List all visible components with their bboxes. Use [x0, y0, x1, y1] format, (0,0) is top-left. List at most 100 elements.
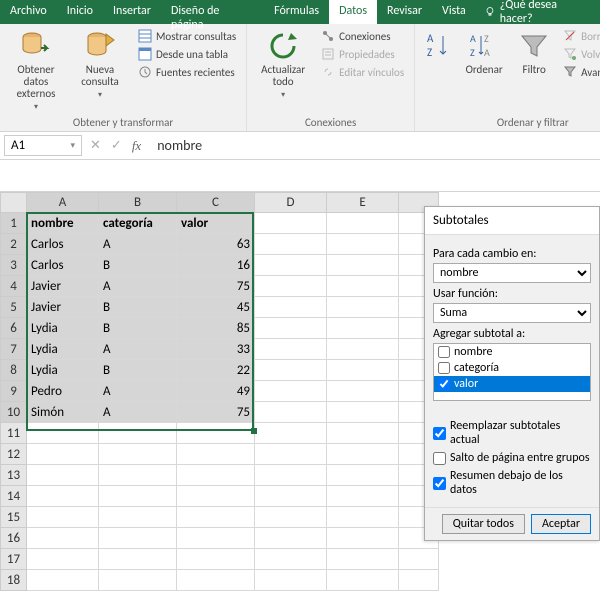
- menu-revisar[interactable]: Revisar: [377, 0, 432, 24]
- show-queries-button[interactable]: Mostrar consultas: [134, 28, 240, 44]
- row-header[interactable]: 6: [1, 318, 27, 339]
- cell[interactable]: [327, 549, 399, 570]
- row-header[interactable]: 11: [1, 423, 27, 444]
- addto-option[interactable]: valor: [434, 376, 590, 392]
- cell[interactable]: [99, 570, 177, 591]
- row-header[interactable]: 18: [1, 570, 27, 591]
- cell[interactable]: [27, 570, 99, 591]
- cell[interactable]: Lydia: [27, 360, 99, 381]
- row-header[interactable]: 8: [1, 360, 27, 381]
- cell[interactable]: [255, 297, 327, 318]
- selection-handle[interactable]: [251, 428, 257, 434]
- menu-datos[interactable]: Datos: [329, 0, 377, 24]
- cell[interactable]: [27, 486, 99, 507]
- sort-button[interactable]: AZZA Ordenar: [459, 28, 509, 78]
- properties-button[interactable]: Propiedades: [317, 46, 408, 62]
- checkbox[interactable]: [438, 362, 450, 374]
- cell[interactable]: Javier: [27, 297, 99, 318]
- cell[interactable]: [399, 570, 439, 591]
- checkbox[interactable]: [433, 477, 446, 490]
- refresh-all-button[interactable]: Actualizar todo ▾: [253, 28, 313, 102]
- cell[interactable]: [327, 402, 399, 423]
- cell[interactable]: [177, 444, 255, 465]
- col-header-d[interactable]: D: [255, 193, 327, 213]
- cell[interactable]: [255, 402, 327, 423]
- replace-subtotals-check[interactable]: Reemplazar subtotales actual: [433, 419, 591, 447]
- name-box[interactable]: A1 ▾: [4, 135, 82, 156]
- cell[interactable]: categoría: [99, 213, 177, 234]
- row-header[interactable]: 9: [1, 381, 27, 402]
- row-header[interactable]: 13: [1, 465, 27, 486]
- recent-sources-button[interactable]: Fuentes recientes: [134, 64, 240, 80]
- cell[interactable]: 85: [177, 318, 255, 339]
- row-header[interactable]: 10: [1, 402, 27, 423]
- col-header-a[interactable]: A: [27, 193, 99, 213]
- cell[interactable]: [327, 318, 399, 339]
- cell[interactable]: [255, 570, 327, 591]
- row-header[interactable]: 16: [1, 528, 27, 549]
- cell[interactable]: [327, 570, 399, 591]
- cell[interactable]: [177, 549, 255, 570]
- cell[interactable]: A: [99, 381, 177, 402]
- cell[interactable]: [99, 507, 177, 528]
- filter-button[interactable]: Filtro: [513, 28, 555, 78]
- cell[interactable]: 75: [177, 402, 255, 423]
- cell[interactable]: [327, 276, 399, 297]
- select-all-corner[interactable]: [1, 193, 27, 213]
- cell[interactable]: Simón: [27, 402, 99, 423]
- cell[interactable]: Carlos: [27, 255, 99, 276]
- cell[interactable]: [27, 423, 99, 444]
- cell[interactable]: Javier: [27, 276, 99, 297]
- checkbox[interactable]: [433, 427, 446, 440]
- cell[interactable]: [27, 507, 99, 528]
- cell[interactable]: B: [99, 318, 177, 339]
- cell[interactable]: [99, 465, 177, 486]
- cell[interactable]: [255, 381, 327, 402]
- ok-button[interactable]: Aceptar: [531, 514, 591, 534]
- cell[interactable]: A: [99, 402, 177, 423]
- tell-me[interactable]: ¿Qué desea hacer?: [476, 0, 600, 24]
- cell[interactable]: [177, 570, 255, 591]
- row-header[interactable]: 1: [1, 213, 27, 234]
- cell[interactable]: valor: [177, 213, 255, 234]
- cell[interactable]: [177, 528, 255, 549]
- cell[interactable]: [255, 213, 327, 234]
- row-header[interactable]: 7: [1, 339, 27, 360]
- menu-insertar[interactable]: Insertar: [103, 0, 161, 24]
- row-header[interactable]: 12: [1, 444, 27, 465]
- cell[interactable]: Lydia: [27, 339, 99, 360]
- fx-icon[interactable]: fx: [132, 138, 141, 154]
- menu-inicio[interactable]: Inicio: [57, 0, 103, 24]
- cell[interactable]: B: [99, 297, 177, 318]
- cell[interactable]: nombre: [27, 213, 99, 234]
- row-header[interactable]: 5: [1, 297, 27, 318]
- cell[interactable]: [27, 444, 99, 465]
- cell[interactable]: [255, 423, 327, 444]
- cell[interactable]: A: [99, 234, 177, 255]
- cell[interactable]: [327, 339, 399, 360]
- menu-formulas[interactable]: Fórmulas: [264, 0, 329, 24]
- cell[interactable]: [177, 465, 255, 486]
- cell[interactable]: Lydia: [27, 318, 99, 339]
- sort-az-button[interactable]: AZ: [421, 28, 455, 64]
- cell[interactable]: [99, 423, 177, 444]
- cell[interactable]: [255, 465, 327, 486]
- cell[interactable]: [27, 465, 99, 486]
- function-select[interactable]: Suma: [433, 303, 591, 323]
- cell[interactable]: [327, 360, 399, 381]
- cell[interactable]: 63: [177, 234, 255, 255]
- cell[interactable]: [99, 549, 177, 570]
- cell[interactable]: [99, 486, 177, 507]
- addto-option[interactable]: categoría: [434, 360, 590, 376]
- col-header-e[interactable]: E: [327, 193, 399, 213]
- cell[interactable]: Carlos: [27, 234, 99, 255]
- checkbox[interactable]: [433, 452, 446, 465]
- cell[interactable]: [255, 444, 327, 465]
- cell[interactable]: [99, 444, 177, 465]
- cell[interactable]: 33: [177, 339, 255, 360]
- accept-icon[interactable]: ✓: [111, 138, 122, 153]
- cell[interactable]: 49: [177, 381, 255, 402]
- cell[interactable]: 75: [177, 276, 255, 297]
- cancel-icon[interactable]: ✕: [90, 138, 101, 153]
- cell[interactable]: [327, 297, 399, 318]
